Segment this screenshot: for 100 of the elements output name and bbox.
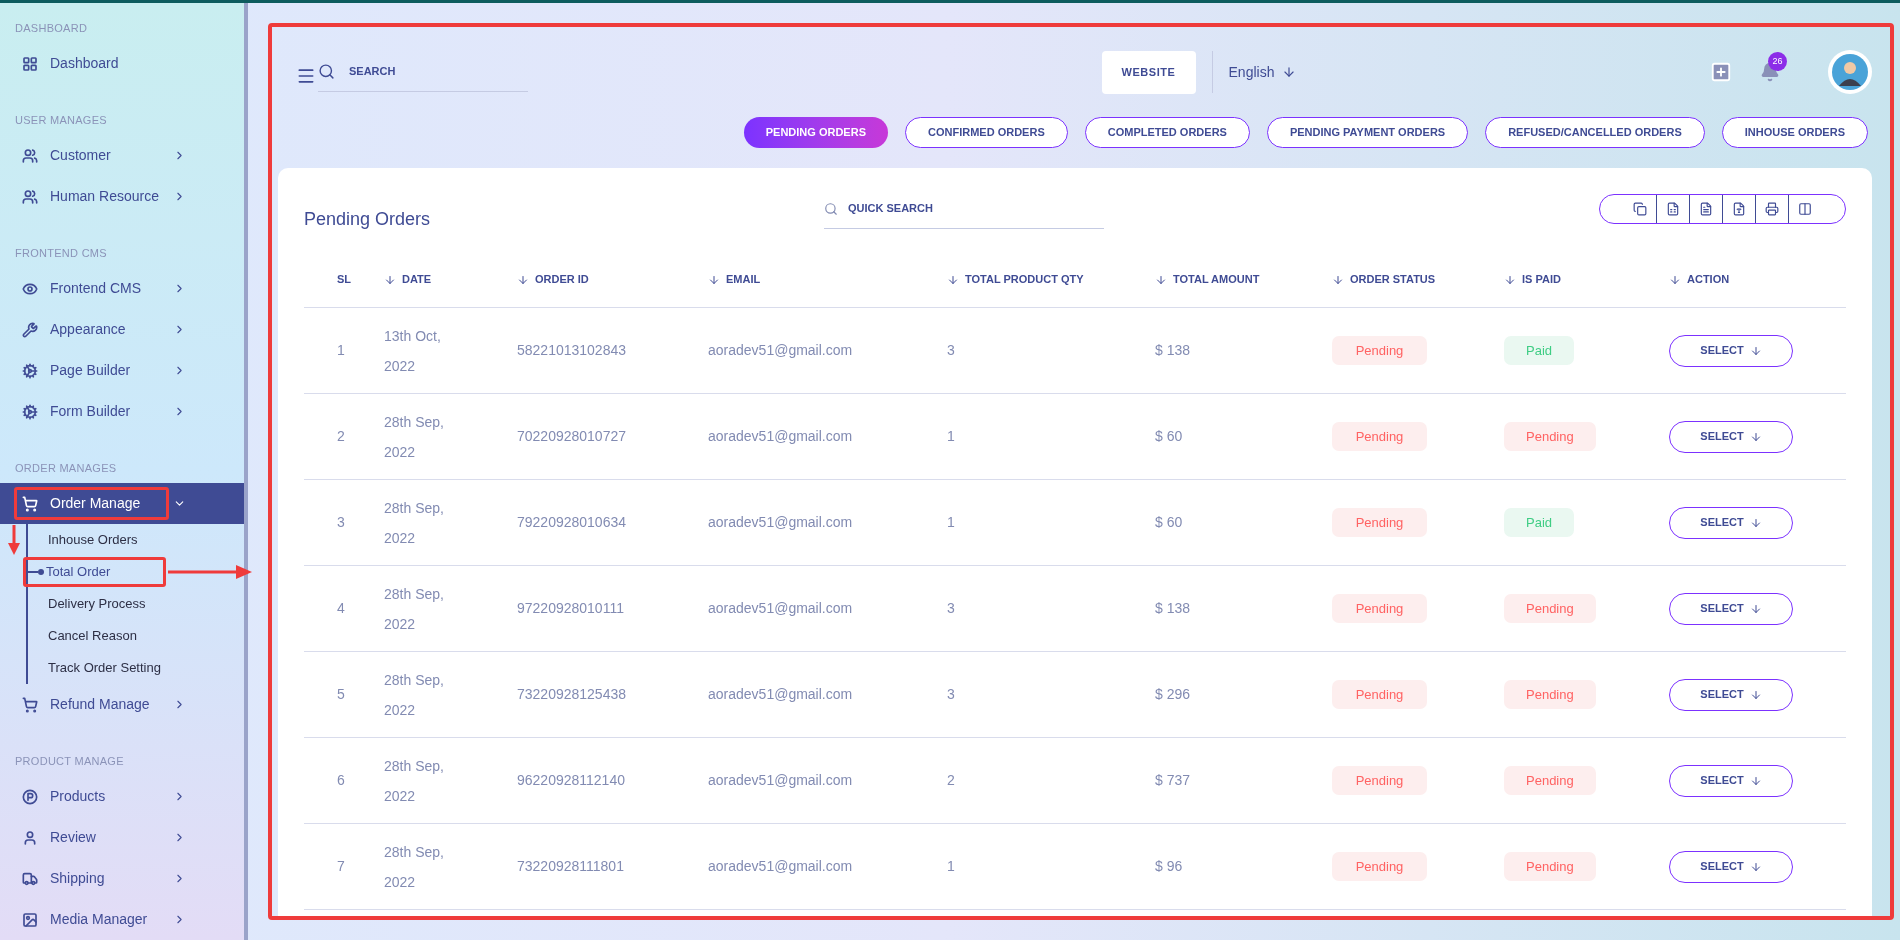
- search-icon: [318, 63, 335, 80]
- payment-badge: Pending: [1504, 766, 1596, 795]
- table-cell-text: 28th Sep,: [384, 756, 445, 776]
- table-cell-text: aoradev51@gmail.com: [708, 513, 854, 532]
- copy-icon[interactable]: [1633, 202, 1647, 216]
- section-title: DASHBOARD: [14, 21, 89, 36]
- submenu-item[interactable]: Track Order Setting: [28, 656, 161, 680]
- add-icon[interactable]: [1710, 61, 1732, 83]
- p-circle-icon: [22, 788, 38, 805]
- arrow-down-icon: [1749, 860, 1762, 873]
- language-dropdown[interactable]: English: [1228, 61, 1297, 83]
- table-cell-text: 13th Oct,: [384, 326, 442, 346]
- status-badge: Pending: [1332, 594, 1427, 623]
- order-tab[interactable]: REFUSED/CANCELLED ORDERS: [1485, 117, 1705, 148]
- table-cell-text: 58221013102843: [517, 341, 627, 360]
- sidebar-item[interactable]: Dashboard: [0, 43, 244, 84]
- table-cell-text: 2022: [384, 614, 417, 634]
- order-tab[interactable]: COMPLETED ORDERS: [1084, 117, 1250, 148]
- person-silhouette-icon: [1832, 54, 1868, 90]
- order-tab[interactable]: CONFIRMED ORDERS: [905, 117, 1068, 148]
- users-icon: [22, 188, 38, 205]
- payment-badge: Pending: [1504, 594, 1596, 623]
- spreadsheet-icon[interactable]: [1666, 202, 1680, 216]
- column-header[interactable]: DATE: [384, 271, 517, 288]
- search-icon: [824, 201, 838, 216]
- print-icon[interactable]: [1765, 202, 1779, 216]
- sort-arrow-icon: [1332, 273, 1344, 286]
- search-field[interactable]: SEARCH: [318, 52, 528, 92]
- menu-icon[interactable]: [296, 66, 316, 86]
- submenu-item[interactable]: Delivery Process: [28, 592, 146, 616]
- table-cell-text: aoradev51@gmail.com: [708, 857, 854, 876]
- search-input[interactable]: SEARCH: [349, 63, 499, 80]
- wrench-icon: [22, 321, 38, 338]
- arrow-down-icon: [1749, 344, 1762, 357]
- table-cell-text: 3: [336, 513, 346, 532]
- sidebar-item[interactable]: Refund Manage: [0, 684, 244, 725]
- website-button[interactable]: WEBSITE: [1101, 50, 1196, 94]
- submenu-item[interactable]: Inhouse Orders: [28, 528, 138, 552]
- quick-search-field[interactable]: QUICK SEARCH: [824, 189, 1104, 229]
- sidebar-item[interactable]: Media Manager: [0, 899, 244, 940]
- sidebar-item[interactable]: Form Builder: [0, 391, 244, 432]
- section-title: PRODUCT MANAGE: [14, 754, 125, 769]
- table-cell-text: aoradev51@gmail.com: [708, 771, 854, 790]
- column-header[interactable]: TOTAL PRODUCT QTY: [947, 271, 1155, 288]
- user-icon: [22, 829, 38, 846]
- columns-icon[interactable]: [1798, 202, 1812, 216]
- submenu-item[interactable]: Cancel Reason: [28, 624, 137, 648]
- table-cell-text: 2022: [384, 786, 417, 806]
- table-cell-text: 2: [947, 771, 956, 790]
- table-cell-text: 1: [947, 427, 956, 446]
- table-cell-text: 1: [947, 513, 956, 532]
- status-badge: Pending: [1332, 422, 1427, 451]
- sort-arrow-icon: [1155, 273, 1167, 286]
- avatar[interactable]: [1828, 50, 1872, 94]
- order-tab[interactable]: PENDING ORDERS: [743, 117, 888, 148]
- column-header[interactable]: TOTAL AMOUNT: [1155, 271, 1332, 288]
- table-cell-text: 1: [336, 341, 346, 360]
- sidebar-item[interactable]: Products: [0, 776, 244, 817]
- column-header[interactable]: SL: [304, 271, 384, 288]
- table-cell-text: 28th Sep,: [384, 670, 445, 690]
- table-cell-text: 2022: [384, 356, 417, 376]
- column-header[interactable]: ACTION: [1669, 271, 1846, 288]
- table-cell-text: aoradev51@gmail.com: [708, 685, 854, 704]
- document-icon[interactable]: [1699, 202, 1713, 216]
- column-header[interactable]: IS PAID: [1504, 271, 1669, 288]
- table-cell-text: 2022: [384, 528, 417, 548]
- section-title: ORDER MANAGES: [14, 461, 118, 476]
- column-header[interactable]: ORDER STATUS: [1332, 271, 1504, 288]
- notification-badge: 26: [1768, 52, 1787, 71]
- table-cell-text: 7: [336, 857, 346, 876]
- annotation-arrow: [8, 525, 20, 555]
- table-cell-text: aoradev51@gmail.com: [708, 427, 854, 446]
- arrow-down-icon: [1749, 516, 1762, 529]
- sidebar-item[interactable]: Shipping: [0, 858, 244, 899]
- order-tab[interactable]: PENDING PAYMENT ORDERS: [1266, 117, 1469, 148]
- section-title: FRONTEND CMS: [14, 246, 108, 261]
- table-cell-text: 28th Sep,: [384, 584, 445, 604]
- sidebar-item[interactable]: Review: [0, 817, 244, 858]
- table-cell-text: 79220928010634: [517, 513, 627, 532]
- table-cell-text: 3: [947, 599, 956, 618]
- status-badge: Pending: [1332, 336, 1427, 365]
- column-header[interactable]: ORDER ID: [517, 271, 708, 288]
- sort-arrow-icon: [708, 273, 720, 286]
- submenu-item[interactable]: Total Order: [26, 560, 111, 584]
- table-cell-text: $ 138: [1155, 341, 1192, 360]
- section-title: USER MANAGES: [14, 113, 108, 128]
- order-tab[interactable]: INHOUSE ORDERS: [1721, 117, 1868, 148]
- sidebar-item[interactable]: Human Resource: [0, 176, 244, 217]
- status-badge: Pending: [1332, 508, 1427, 537]
- sidebar-item[interactable]: Frontend CMS: [0, 268, 244, 309]
- pdf-icon[interactable]: [1732, 202, 1746, 216]
- sidebar-item[interactable]: Order Manage: [0, 483, 244, 524]
- sidebar-item[interactable]: Customer: [0, 135, 244, 176]
- sidebar-item[interactable]: Appearance: [0, 309, 244, 350]
- table-cell-text: 3: [947, 341, 956, 360]
- table-cell-text: 2022: [384, 700, 417, 720]
- quick-search-input[interactable]: QUICK SEARCH: [848, 200, 1048, 217]
- column-header[interactable]: EMAIL: [708, 271, 947, 288]
- table-cell-text: 73220928111801: [517, 857, 625, 876]
- sidebar-item[interactable]: Page Builder: [0, 350, 244, 391]
